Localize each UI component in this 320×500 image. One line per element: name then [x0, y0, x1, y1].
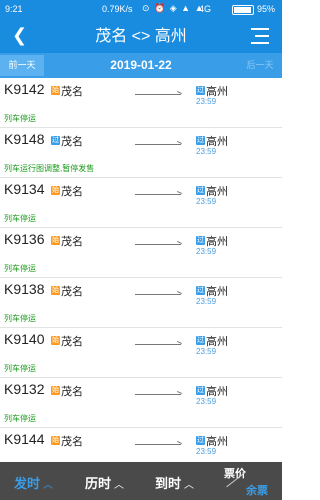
arrow-icon [135, 344, 181, 345]
train-status: 列车运行图调整,暂停发售 [4, 164, 95, 173]
from-station: 茂名 [61, 386, 83, 398]
arrow-icon [135, 294, 181, 295]
network-speed: 0.79K/s [102, 4, 133, 14]
network-type: 4G [199, 4, 212, 14]
station-badge: 始 [51, 386, 60, 395]
station-badge: 始 [51, 86, 60, 95]
arrow-icon [135, 244, 181, 245]
arrow-icon [135, 144, 181, 145]
train-status: 列车停运 [4, 214, 36, 223]
station-badge: 过 [196, 286, 205, 295]
train-status: 列车停运 [4, 364, 36, 373]
status-bar: 9:21 0.79K/s ⊙ ⏰ ◈ ▲ ▲ 4G 95% [0, 0, 282, 20]
station-badge: 过 [196, 336, 205, 345]
station-badge: 过 [196, 436, 205, 445]
arrive-time: 23:59 [196, 97, 217, 106]
train-row[interactable]: K9134 始茂名过高州 23:59 列车停运 [0, 178, 282, 228]
arrive-time: 23:59 [196, 297, 217, 306]
train-number: K9138 [4, 281, 45, 297]
chevron-up-icon: ︿ [184, 480, 195, 491]
date-bar: 前一天 2019-01-22 后一天 [0, 53, 282, 78]
train-row[interactable]: K9142 始茂名过高州 23:59 列车停运 [0, 78, 282, 128]
station-badge: 始 [51, 286, 60, 295]
from-station: 茂名 [61, 136, 83, 148]
train-row[interactable]: K9138 始茂名过高州 23:59 列车停运 [0, 278, 282, 328]
chevron-up-icon: ︿ [43, 480, 54, 491]
arrive-time: 23:59 [196, 397, 217, 406]
train-number: K9136 [4, 231, 45, 247]
sort-bar: 发时 ︿ 历时 ︿ 到时 ︿ 票价 余票 [0, 462, 282, 500]
station-badge: 过 [51, 136, 60, 145]
train-number: K9148 [4, 131, 45, 147]
train-status: 列车停运 [4, 114, 36, 123]
train-status: 列车停运 [4, 414, 36, 423]
battery-percent: 95% [257, 4, 276, 14]
from-station: 茂名 [61, 336, 83, 348]
train-list[interactable]: K9142 始茂名过高州 23:59 列车停运 K9148 过茂名过高州 23:59 列车运行… [0, 78, 282, 462]
battery-icon [232, 5, 254, 15]
title-bar: ❮ 茂名 <> 高州 [0, 20, 282, 53]
train-number: K9142 [4, 81, 45, 97]
from-station: 茂名 [61, 436, 83, 448]
sort-depart-button[interactable]: 发时 ︿ [14, 473, 53, 492]
arrow-icon [135, 94, 181, 95]
train-number: K9132 [4, 381, 45, 397]
arrive-time: 23:59 [196, 247, 217, 256]
train-number: K9144 [4, 431, 45, 447]
station-badge: 始 [51, 186, 60, 195]
train-row[interactable]: K9148 过茂名过高州 23:59 列车运行图调整,暂停发售 [0, 128, 282, 178]
arrive-time: 23:59 [196, 447, 217, 456]
sort-arrive-label: 到时 [155, 476, 182, 491]
status-icons: ⊙ ⏰ ◈ ▲ ▲ [142, 3, 205, 13]
from-station: 茂名 [61, 86, 83, 98]
chevron-up-icon: ︿ [114, 480, 125, 491]
sort-duration-button[interactable]: 历时 ︿ [85, 473, 124, 492]
from-station: 茂名 [61, 236, 83, 248]
sort-duration-label: 历时 [85, 476, 112, 491]
arrow-icon [135, 444, 181, 445]
train-status: 列车停运 [4, 264, 36, 273]
train-number: K9140 [4, 331, 45, 347]
from-station: 茂名 [61, 286, 83, 298]
arrive-time: 23:59 [196, 197, 217, 206]
station-badge: 始 [51, 336, 60, 345]
sort-depart-label: 发时 [14, 476, 41, 491]
arrive-time: 23:59 [196, 347, 217, 356]
train-row[interactable]: K9144 始茂名过高州 23:59 [0, 428, 282, 462]
from-station: 茂名 [61, 186, 83, 198]
station-badge: 过 [196, 386, 205, 395]
arrow-icon [135, 194, 181, 195]
station-badge: 过 [196, 186, 205, 195]
menu-icon[interactable] [251, 28, 269, 44]
next-day-button[interactable]: 后一天 [238, 55, 282, 76]
train-status: 列车停运 [4, 314, 36, 323]
arrive-time: 23:59 [196, 147, 217, 156]
station-badge: 过 [196, 86, 205, 95]
arrow-icon [135, 394, 181, 395]
status-time: 9:21 [5, 4, 23, 14]
station-badge: 过 [196, 236, 205, 245]
station-badge: 过 [196, 136, 205, 145]
sort-remain-button[interactable]: 余票 [246, 482, 268, 498]
train-row[interactable]: K9140 始茂名过高州 23:59 列车停运 [0, 328, 282, 378]
page-title: 茂名 <> 高州 [95, 28, 187, 45]
sort-arrive-button[interactable]: 到时 ︿ [155, 473, 194, 492]
train-row[interactable]: K9136 始茂名过高州 23:59 列车停运 [0, 228, 282, 278]
station-badge: 始 [51, 236, 60, 245]
station-badge: 始 [51, 436, 60, 445]
train-row[interactable]: K9132 始茂名过高州 23:59 列车停运 [0, 378, 282, 428]
train-number: K9134 [4, 181, 45, 197]
